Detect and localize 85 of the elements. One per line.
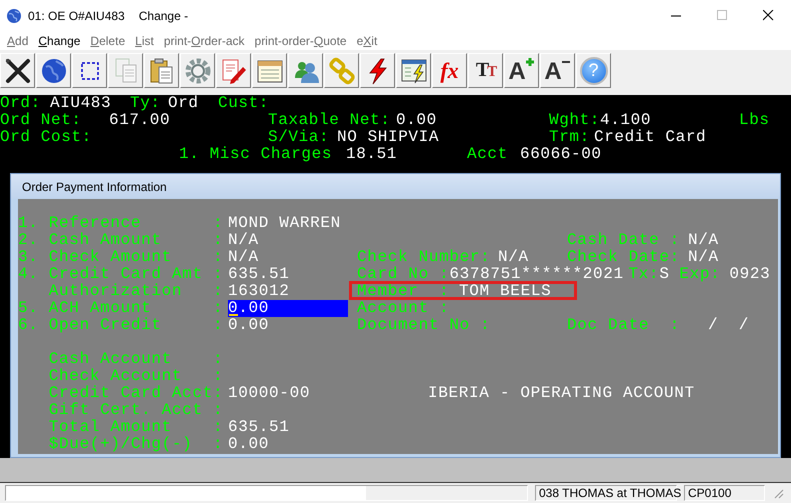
field-label: 1. Reference : xyxy=(18,214,224,232)
chain-link-icon xyxy=(326,56,356,86)
toolbar-button[interactable] xyxy=(36,53,71,88)
field-value: MOND WARREN xyxy=(228,214,341,232)
field-label: Doc Date : xyxy=(567,316,680,334)
field-value: AIU483 xyxy=(50,94,112,112)
window-title: 01: OE O#AIU483 xyxy=(28,8,125,22)
resize-grip-icon[interactable] xyxy=(772,487,784,499)
close-icon xyxy=(762,10,774,21)
function-icon: fx xyxy=(440,58,459,84)
field-label: Member : xyxy=(357,282,450,300)
font-style-icon: TT xyxy=(476,59,496,82)
window-mode: Change - xyxy=(138,8,188,22)
field-value: 4.100 xyxy=(600,111,652,129)
field-label: Tx: xyxy=(628,265,660,283)
field-value: N/A xyxy=(688,231,719,249)
globe-icon xyxy=(6,8,22,24)
field-label: Check Number: xyxy=(357,248,490,266)
maximize-icon xyxy=(716,10,728,21)
field-label: Wght: xyxy=(549,111,600,129)
field-value: S xyxy=(659,265,670,283)
field-label: Ty: xyxy=(130,94,161,112)
field-label: Card No : xyxy=(357,265,450,283)
field-value: 0923 xyxy=(729,265,770,283)
field-label: Cash Date : xyxy=(567,231,680,249)
field-label: Cash Account : xyxy=(48,350,224,368)
field-value: 18.51 xyxy=(346,145,398,163)
field-label: Lbs xyxy=(739,111,770,129)
field-label: $Due(+)/Chg(-) : xyxy=(48,435,224,453)
dialog-title: Order Payment Information xyxy=(11,174,780,199)
field-label: 4. Credit Card Amt : xyxy=(18,265,224,283)
field-label: Ord Net: xyxy=(0,111,82,129)
field-value: 6378751******2021 xyxy=(449,265,624,283)
field-value: TOM BEELS xyxy=(459,282,552,300)
field-value: 635.51 xyxy=(228,418,290,436)
input-field[interactable]: 0.00 xyxy=(228,300,348,317)
toolbar-button[interactable]: TT xyxy=(468,53,503,88)
field-label: Gift Cert. Acct : xyxy=(48,401,224,419)
field-label: 1. Misc Charges xyxy=(179,145,332,163)
field-label: Authorization : xyxy=(48,282,224,300)
field-value: 66066-00 xyxy=(520,145,602,163)
field-value: N/A xyxy=(228,248,259,266)
toolbar-button[interactable] xyxy=(72,53,107,88)
field-value: 0.00 xyxy=(228,435,270,453)
toolbar-button[interactable] xyxy=(0,53,35,88)
gear-icon xyxy=(182,56,212,86)
menu-item[interactable]: Change xyxy=(33,34,86,48)
field-value: 163012 xyxy=(228,282,290,300)
field-value: NO SHIPVIA xyxy=(337,128,440,146)
status-panel: CP0100 xyxy=(684,485,765,501)
field-value: / / xyxy=(708,316,750,334)
field-value: Ord xyxy=(168,94,199,112)
toolbar-button[interactable]: fx xyxy=(432,53,467,88)
field-label: Taxable Net: xyxy=(268,111,390,129)
field-label: Ord Cost: xyxy=(0,128,92,146)
field-label: Total Amount : xyxy=(48,418,224,436)
field-label: Trm: xyxy=(549,128,590,146)
field-label: Ord: xyxy=(0,94,41,112)
toolbar-button[interactable] xyxy=(360,53,395,88)
field-value: 635.51 xyxy=(228,265,290,283)
field-label: Document No : xyxy=(357,316,490,334)
toolbar-button[interactable] xyxy=(252,53,287,88)
text-cursor xyxy=(229,314,238,316)
field-label: Check Date: xyxy=(567,248,680,266)
field-value: N/A xyxy=(228,231,259,249)
field-label: Exp: xyxy=(679,265,720,283)
field-value: 0.00 xyxy=(228,316,270,334)
field-label: Credit Card Acct: xyxy=(48,384,224,402)
field-label: Cust: xyxy=(218,94,270,112)
field-value: Credit Card xyxy=(594,128,706,146)
field-label: Check Account : xyxy=(48,367,224,385)
field-value: 617.00 xyxy=(109,111,170,129)
field-value: N/A xyxy=(688,248,719,266)
field-value: N/A xyxy=(498,248,529,266)
field-value: 0.00 xyxy=(396,111,437,129)
field-label: 6. Open Credit : xyxy=(18,316,224,334)
field-label: Acct xyxy=(467,145,508,163)
field-label: 3. Check Amount : xyxy=(18,248,224,266)
field-label: 5. ACH Amount : xyxy=(18,299,224,317)
field-label: S/Via: xyxy=(268,128,330,146)
field-label: Account : xyxy=(357,299,450,317)
toolbar-button[interactable] xyxy=(396,53,431,88)
field-value: IBERIA - OPERATING ACCOUNT xyxy=(428,384,695,402)
field-value: 10000-00 xyxy=(228,384,310,402)
field-label: 2. Cash Amount : xyxy=(18,231,224,249)
